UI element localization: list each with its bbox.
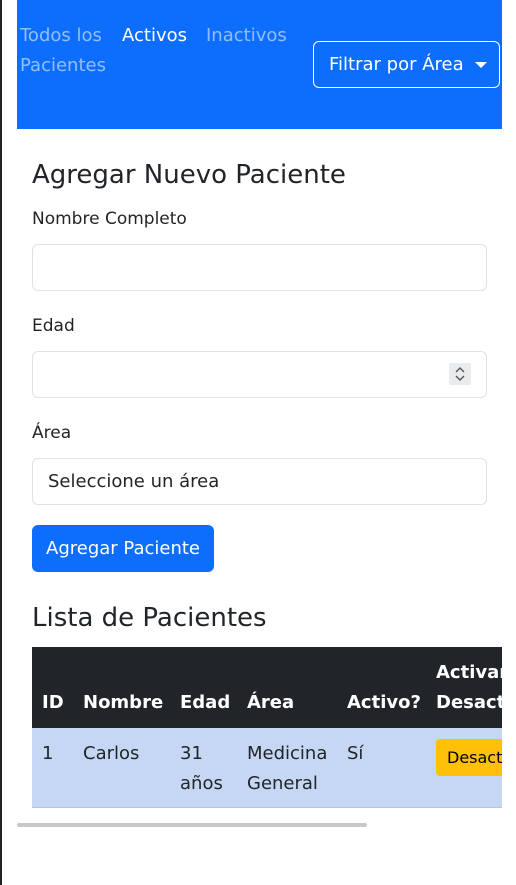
number-spinner-icon[interactable] xyxy=(449,363,471,385)
table-row: 1 Carlos 31 años Medicina General Sí Des… xyxy=(32,728,502,808)
caret-down-icon xyxy=(474,61,487,68)
name-label: Nombre Completo xyxy=(32,209,187,229)
column-header-name: Nombre xyxy=(83,692,164,713)
cell-area-line2: General xyxy=(247,773,318,794)
patients-table: ID Nombre Edad Área Activo? Activar/ Des… xyxy=(32,647,502,808)
area-select[interactable]: Seleccione un área xyxy=(32,458,487,505)
nav-link-active[interactable]: Activos xyxy=(122,21,187,51)
cell-name: Carlos xyxy=(83,743,140,764)
age-label: Edad xyxy=(32,316,75,336)
patient-list-title: Lista de Pacientes xyxy=(32,603,267,633)
cell-age-unit: años xyxy=(180,773,223,794)
age-input[interactable] xyxy=(32,351,487,398)
name-input[interactable] xyxy=(32,244,487,291)
table-header: ID Nombre Edad Área Activo? Activar/ Des… xyxy=(32,647,502,728)
column-header-age: Edad xyxy=(180,692,231,713)
form-title: Agregar Nuevo Paciente xyxy=(32,160,346,190)
cell-id: 1 xyxy=(42,743,54,764)
add-patient-button[interactable]: Agregar Paciente xyxy=(32,525,214,572)
column-header-id: ID xyxy=(42,692,64,713)
column-header-active: Activo? xyxy=(347,692,421,713)
deactivate-button[interactable]: Desactivar xyxy=(436,739,502,776)
area-label: Área xyxy=(32,423,72,443)
column-header-area: Área xyxy=(247,692,295,713)
navbar: Todos los Pacientes Activos Inactivos Fi… xyxy=(17,0,502,129)
nav-link-all-patients[interactable]: Todos los Pacientes xyxy=(20,21,106,81)
filter-by-area-dropdown[interactable]: Filtrar por Área xyxy=(313,41,500,88)
cell-active: Sí xyxy=(347,743,364,764)
page: Todos los Pacientes Activos Inactivos Fi… xyxy=(17,0,502,885)
window-left-border xyxy=(0,0,2,885)
cell-age-number: 31 xyxy=(180,743,203,764)
nav-link-inactive[interactable]: Inactivos xyxy=(206,21,287,51)
area-select-value: Seleccione un área xyxy=(48,471,220,492)
filter-by-area-label: Filtrar por Área xyxy=(329,54,464,75)
horizontal-scrollbar[interactable] xyxy=(17,823,367,827)
column-header-toggle-line2: Desactivar xyxy=(436,692,502,713)
cell-area-line1: Medicina xyxy=(247,743,328,764)
column-header-toggle-line1: Activar/ xyxy=(436,662,502,683)
